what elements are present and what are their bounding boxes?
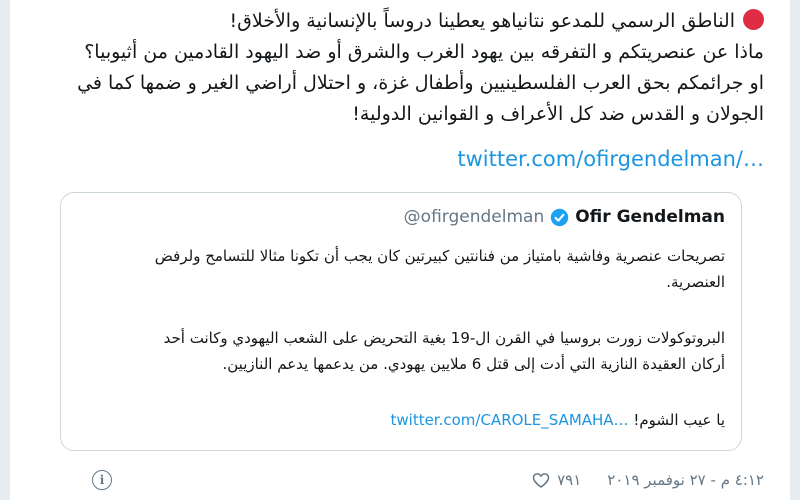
quoted-tweet-header: @ofirgendelman Ofir Gendelman — [404, 207, 725, 227]
quoted-closing-link[interactable]: twitter.com/CAROLE_SAMAHA… — [391, 411, 629, 429]
heart-icon[interactable] — [531, 470, 551, 490]
tweet-card: الناطق الرسمي للمدعو نتانياهو يعطينا درو… — [30, 0, 770, 500]
quoted-paragraph-1-line-1: تصريحات عنصرية وفاشية بامتياز من فنانتين… — [154, 247, 725, 265]
red-circle-icon — [743, 9, 764, 30]
tweet-link[interactable]: twitter.com/ofirgendelman/… — [457, 143, 764, 175]
tweet-footer: ٤:١٢ م - ٢٧ نوفمبر ٢٠١٩ ٧٩١ — [531, 470, 764, 490]
quoted-closing-text: يا عيب الشوم! — [633, 411, 725, 429]
quoted-paragraph-1-line-2: العنصرية. — [666, 273, 725, 291]
verified-badge-icon — [551, 208, 569, 226]
like-count: ٧٩١ — [557, 471, 582, 489]
tweet-text-line-3: او جرائمكم بحق العرب الفلسطينيين وأطفال … — [77, 72, 764, 94]
quoted-closing-line: يا عيب الشوم! twitter.com/CAROLE_SAMAHA… — [79, 407, 726, 433]
tweet-text-line-2: ماذا عن عنصريتكم و التفرقه بين يهود الغر… — [84, 41, 764, 63]
quoted-tweet[interactable]: @ofirgendelman Ofir Gendelman تصريحات عن… — [60, 192, 742, 451]
tweet-text-line-1: الناطق الرسمي للمدعو نتانياهو يعطينا درو… — [34, 6, 764, 37]
tweet-timestamp[interactable]: ٤:١٢ م - ٢٧ نوفمبر ٢٠١٩ — [607, 471, 764, 489]
quoted-paragraph-2-line-2: أركان العقيدة النازية التي أدت إلى قتل 6… — [222, 355, 725, 373]
quoted-paragraph-2-line-1: البروتوكولات زورت بروسيا في القرن ال-19 … — [163, 329, 725, 347]
quoted-tweet-body: تصريحات عنصرية وفاشية بامتياز من فنانتين… — [79, 243, 725, 433]
right-border — [790, 0, 800, 500]
quoted-tweet-handle[interactable]: @ofirgendelman — [404, 207, 545, 227]
left-border — [0, 0, 10, 500]
tweet-text-line-4: الجولان و القدس ضد كل الأعراف و القوانين… — [352, 103, 764, 125]
quoted-tweet-author-name[interactable]: Ofir Gendelman — [575, 207, 725, 227]
tweet-text: الناطق الرسمي للمدعو نتانياهو يعطينا درو… — [34, 6, 764, 130]
info-icon[interactable]: i — [92, 470, 112, 490]
